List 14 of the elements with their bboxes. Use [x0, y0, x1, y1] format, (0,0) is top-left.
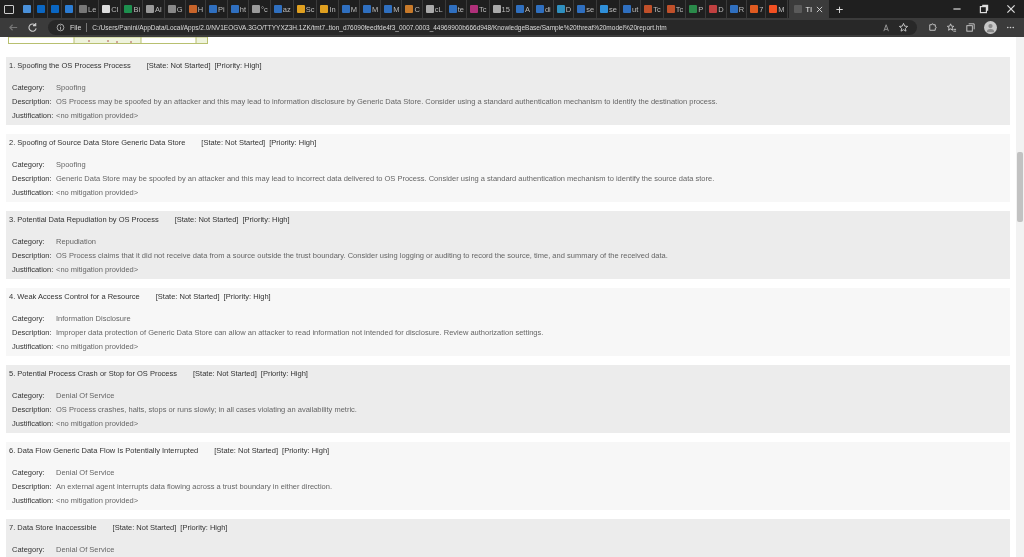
- restore-icon[interactable]: [978, 3, 990, 15]
- profile-avatar-icon[interactable]: [984, 21, 997, 34]
- refresh-icon[interactable]: [27, 22, 38, 33]
- scrollbar[interactable]: [1016, 37, 1024, 557]
- close-icon[interactable]: [815, 5, 823, 13]
- back-arrow-icon[interactable]: [8, 22, 19, 33]
- collections-icon[interactable]: [965, 22, 976, 33]
- new-tab-button[interactable]: +: [829, 2, 850, 16]
- favorites-icon[interactable]: [946, 22, 957, 33]
- star-plus-icon[interactable]: [898, 22, 909, 33]
- info-icon[interactable]: [56, 23, 65, 32]
- close-window-icon[interactable]: [1005, 3, 1017, 15]
- extensions-icon[interactable]: [927, 22, 938, 33]
- workspaces-icon[interactable]: [4, 4, 14, 14]
